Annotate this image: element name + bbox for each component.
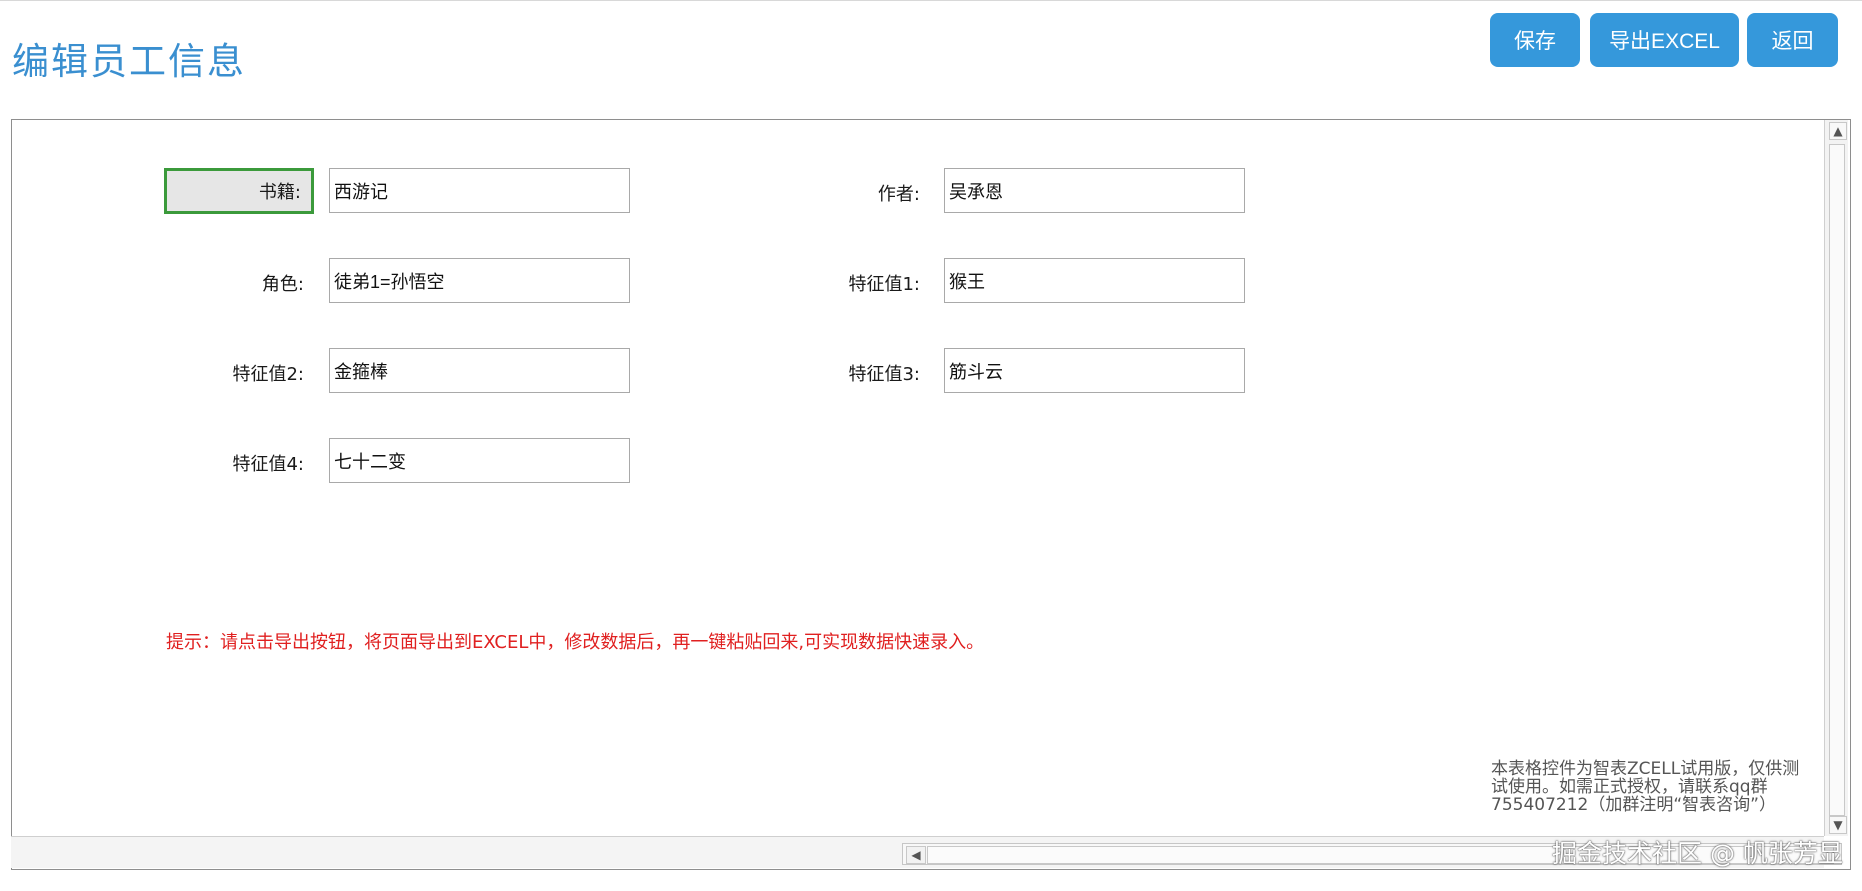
scroll-up-icon[interactable]: ▲	[1829, 122, 1847, 140]
feature1-field[interactable]: 猴王	[944, 258, 1245, 303]
author-field[interactable]: 吴承恩	[944, 168, 1245, 213]
feature2-label: 特征值2:	[232, 364, 304, 385]
scroll-left-icon[interactable]: ◀	[906, 846, 926, 864]
scroll-down-icon[interactable]: ▼	[1829, 816, 1847, 834]
save-button[interactable]: 保存	[1490, 13, 1580, 67]
hint-text: 提示：请点击导出按钮，将页面导出到EXCEL中，修改数据后，再一键粘贴回来,可实…	[166, 632, 985, 653]
spreadsheet-area	[11, 119, 1851, 870]
feature2-field[interactable]: 金箍棒	[329, 348, 630, 393]
vertical-scrollbar[interactable]: ▲ ▼	[1824, 120, 1848, 836]
top-divider	[0, 0, 1862, 1]
feature1-label: 特征值1:	[848, 274, 920, 295]
trial-notice: 本表格控件为智表ZCELL试用版，仅供测试使用。如需正式授权，请联系qq群755…	[1491, 759, 1800, 815]
feature3-field[interactable]: 筋斗云	[944, 348, 1245, 393]
feature3-label: 特征值3:	[848, 364, 920, 385]
page-title: 编辑员工信息	[12, 40, 246, 83]
role-field[interactable]: 徒弟1=孙悟空	[329, 258, 630, 303]
book-label-cell[interactable]: 书籍:	[164, 168, 314, 214]
back-button[interactable]: 返回	[1747, 13, 1838, 67]
author-label: 作者:	[877, 184, 920, 205]
feature4-field[interactable]: 七十二变	[329, 438, 630, 483]
vertical-scroll-thumb[interactable]	[1829, 144, 1845, 816]
feature4-label: 特征值4:	[232, 454, 304, 475]
export-excel-button[interactable]: 导出EXCEL	[1590, 13, 1739, 67]
watermark: 掘金技术社区 @ 帆张芳显	[1552, 839, 1843, 868]
role-label: 角色:	[261, 274, 304, 295]
book-field[interactable]: 西游记	[329, 168, 630, 213]
book-label: 书籍:	[258, 182, 301, 203]
